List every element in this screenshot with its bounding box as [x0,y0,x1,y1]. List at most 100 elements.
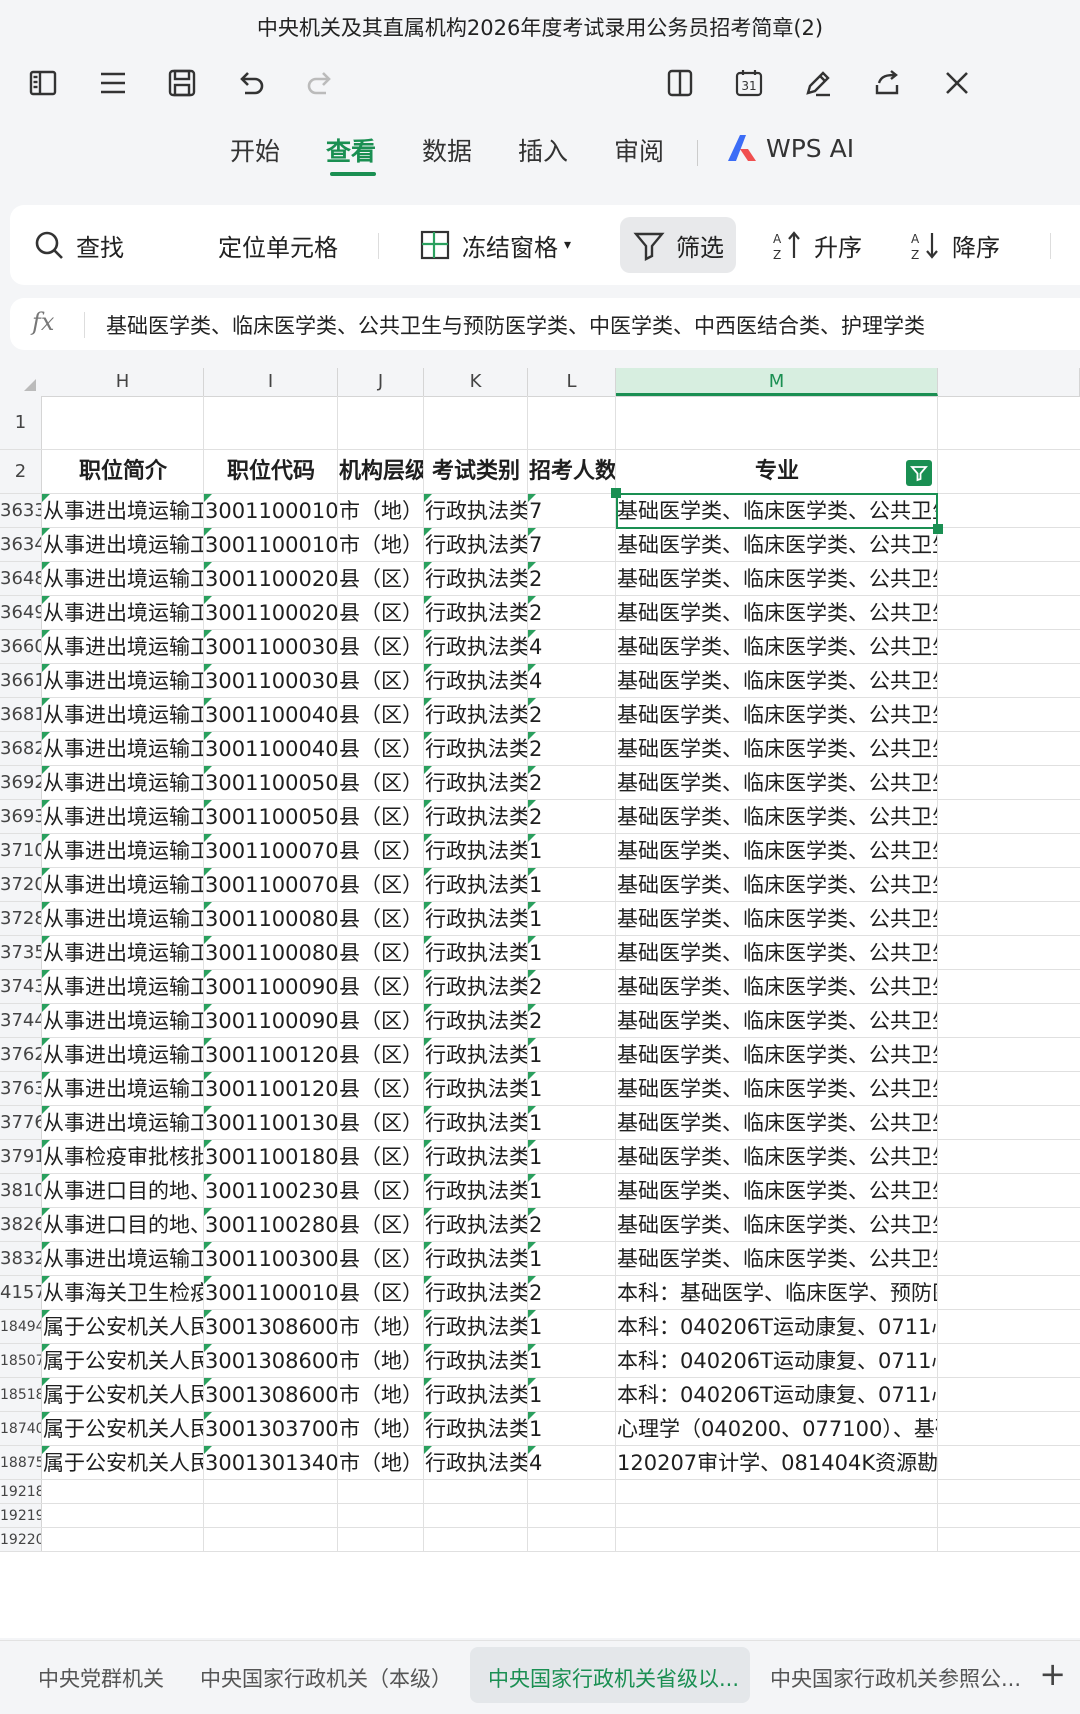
column-header-h[interactable]: H [42,368,204,396]
cell-m[interactable]: 基础医学类、临床医学类、公共卫生与本科可 [616,1242,938,1275]
cell-i[interactable]: 300110012005 [204,1038,338,1071]
tab-review[interactable]: 审阅 [614,132,664,168]
cell-k[interactable]: 行政执法类 [424,1004,528,1037]
cell-h[interactable]: 从事进出境运输工具 [42,494,204,527]
header-cell-i[interactable]: 职位代码 [204,450,338,493]
table-row-1[interactable]: 1 [0,396,1080,450]
table-row[interactable]: 4157从事海关卫生检疫监300110001001县（区）级行政执法类2本科：基… [0,1276,1080,1310]
row-header[interactable]: 19218 [0,1480,42,1503]
cell-k[interactable]: 行政执法类 [424,1140,528,1173]
cell-j[interactable]: 县（区）级 [338,902,424,935]
cell-i[interactable] [204,396,338,449]
cell-i[interactable]: 300130370039 [204,1412,338,1445]
row-header[interactable]: 18740 [0,1412,42,1445]
cell-k[interactable]: 行政执法类 [424,1378,528,1411]
redo-icon[interactable] [295,58,345,108]
cell-l[interactable]: 2 [528,732,616,765]
table-row[interactable]: 18507属于公安机关人民警300130860036市（地）级行政执法类1本科：… [0,1344,1080,1378]
edit-pen-icon[interactable] [793,58,843,108]
cell-h[interactable]: 属于公安机关人民警 [42,1412,204,1445]
tab-view[interactable]: 查看 [326,132,376,168]
cell-h[interactable]: 从事进口目的地、出 [42,1174,204,1207]
sheet-tab-central-admin[interactable]: 中央国家行政机关（本级） [200,1663,452,1693]
cell-m[interactable]: 基础医学类、临床医学类、公共卫生与本科可 [616,766,938,799]
cell-h[interactable] [42,396,204,449]
cell-m[interactable]: 本科：040206T运动康复、0711心理学大专可 [616,1378,938,1411]
cell-i[interactable]: 300110005002 [204,766,338,799]
table-row[interactable]: 3710从事进出境运输工具300110007003县（区）级行政执法类1基础医学… [0,834,1080,868]
cell-k[interactable]: 行政执法类 [424,1276,528,1309]
header-cell-m[interactable]: 专业 [616,450,938,493]
table-row[interactable]: 3826从事进口目的地、出300110028001县（区）级行政执法类2基础医学… [0,1208,1080,1242]
cell-m[interactable]: 基础医学类、临床医学类、公共卫生与本科可 [616,664,938,697]
cell-i[interactable]: 300110018001 [204,1140,338,1173]
cell-m[interactable]: 基础医学类、临床医学类、公共卫生与本科可 [616,800,938,833]
cell-j[interactable]: 县（区）级 [338,1038,424,1071]
cell-l[interactable]: 1 [528,1072,616,1105]
save-icon[interactable] [157,58,207,108]
share-icon[interactable] [862,58,912,108]
cell-i[interactable]: 300110002005 [204,596,338,629]
cell-j[interactable]: 县（区）级 [338,698,424,731]
cell-k[interactable]: 行政执法类 [424,596,528,629]
cell-i[interactable]: 300130860047 [204,1378,338,1411]
cell-k[interactable]: 行政执法类 [424,494,528,527]
cell-l[interactable]: 2 [528,970,616,1003]
row-header[interactable]: 3763 [0,1072,42,1105]
sheet-tab-provincial[interactable]: 中央国家行政机关省级以... [488,1663,739,1693]
tab-wps-ai[interactable]: WPS AI [726,133,854,163]
cell-k[interactable] [424,396,528,449]
table-row[interactable]: 18740属于公安机关人民警300130370039市（地）级行政执法类1心理学… [0,1412,1080,1446]
row-header[interactable]: 3744 [0,1004,42,1037]
cell-m[interactable]: 基础医学类、临床医学类、公共卫生与本科可 [616,936,938,969]
cell-l[interactable] [528,396,616,449]
table-header-row[interactable]: 2 职位简介 职位代码 机构层级 考试类别 招考人数 专业 [0,450,1080,494]
cell-l[interactable]: 1 [528,1106,616,1139]
cell-l[interactable]: 1 [528,1344,616,1377]
cell-l[interactable]: 1 [528,1140,616,1173]
cell-j[interactable] [338,396,424,449]
cell-k[interactable]: 行政执法类 [424,1072,528,1105]
calendar-icon[interactable]: 31 [724,58,774,108]
cell-l[interactable] [528,1528,616,1551]
cell-k[interactable]: 行政执法类 [424,1344,528,1377]
column-filter-icon[interactable] [906,460,932,486]
formula-bar[interactable]: fx 基础医学类、临床医学类、公共卫生与预防医学类、中医学类、中西医结合类、护理… [10,298,1080,350]
cell-i[interactable]: 300110004005 [204,698,338,731]
cell-j[interactable]: 县（区）级 [338,868,424,901]
close-icon[interactable] [932,58,982,108]
freeze-panes-button[interactable]: 冻结窗格 ▾ [418,205,571,285]
cell-l[interactable]: 1 [528,1310,616,1343]
column-header-n[interactable] [938,368,1080,396]
cell-m[interactable] [616,1480,938,1503]
cell-h[interactable] [42,1504,204,1527]
table-row[interactable]: 3648从事进出境运输工具300110002004县（区）级行政执法类2基础医学… [0,562,1080,596]
cell-j[interactable]: 县（区）级 [338,596,424,629]
cell-k[interactable]: 行政执法类 [424,562,528,595]
cell-l[interactable]: 1 [528,1378,616,1411]
cell-l[interactable]: 2 [528,562,616,595]
sidebar-toggle-icon[interactable] [18,58,68,108]
cell-i[interactable]: 300110007013 [204,868,338,901]
cell-h[interactable] [42,1528,204,1551]
cell-l[interactable]: 1 [528,868,616,901]
cell-h[interactable]: 从事进出境运输工具 [42,868,204,901]
cell-m[interactable]: 本科：基础医学、临床医学、预防医学本科可 [616,1276,938,1309]
row-header[interactable]: 3682 [0,732,42,765]
cell-m[interactable]: 基础医学类、临床医学类、公共卫生与本科可 [616,1140,938,1173]
table-row[interactable]: 18494属于公安机关人民警300130860023市（地）级行政执法类1本科：… [0,1310,1080,1344]
cell-i[interactable]: 300110023003 [204,1174,338,1207]
cell-h[interactable]: 从事进出境运输工具 [42,766,204,799]
cell-l[interactable]: 2 [528,766,616,799]
cell-h[interactable]: 从事进出境运输工具 [42,596,204,629]
cell-j[interactable]: 县（区）级 [338,1276,424,1309]
cell-m[interactable]: 基础医学类、临床医学类、公共卫生与本科可 [616,562,938,595]
row-header[interactable]: 18507 [0,1344,42,1377]
row-header[interactable]: 3634 [0,528,42,561]
cell-k[interactable]: 行政执法类 [424,1242,528,1275]
header-cell-j[interactable]: 机构层级 [338,450,424,493]
cell-j[interactable]: 县（区）级 [338,1140,424,1173]
table-row[interactable]: 3728从事进出境运输工具300110008004县（区）级行政执法类1基础医学… [0,902,1080,936]
cell-k[interactable]: 行政执法类 [424,528,528,561]
cell-j[interactable] [338,1528,424,1551]
